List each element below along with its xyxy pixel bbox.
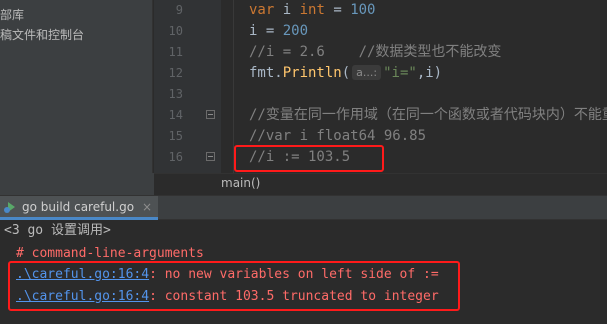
code-line-10: i = 200 (249, 23, 309, 39)
line-number: 14 (168, 108, 183, 122)
code-line-11: //i = 2.6 //数据类型也不能改变 (249, 44, 502, 60)
close-icon[interactable]: × (142, 200, 152, 214)
line-number: 9 (175, 3, 183, 17)
line-number: 11 (168, 45, 183, 59)
run-tab-label: go build careful.go (22, 199, 135, 214)
fold-marker-icon[interactable] (206, 110, 215, 119)
line-number: 15 (168, 129, 183, 143)
fold-marker-icon[interactable] (206, 152, 215, 161)
line-number: 13 (168, 87, 183, 101)
go-build-icon (4, 200, 18, 214)
parameter-hint: a...: (352, 65, 382, 80)
code-line-12: fmt.Println(a...: "i=",i) (249, 65, 443, 81)
project-panel-footer (0, 173, 154, 195)
breadcrumb[interactable]: main() (221, 176, 260, 190)
project-tree-item[interactable]: 部库 (0, 6, 24, 23)
code-line-9: var i int = 100 (249, 2, 376, 18)
line-number: 10 (168, 24, 183, 38)
console-command-line: <3 go 设置调用> (4, 223, 111, 238)
annotation-box-code (234, 145, 384, 172)
run-tab[interactable]: go build careful.go × (0, 196, 159, 220)
line-number: 16 (168, 150, 183, 164)
annotation-box-errors (8, 261, 460, 311)
project-panel: 部库 稿文件和控制台 (0, 0, 153, 173)
line-number: 12 (168, 66, 183, 80)
project-tree-item[interactable]: 稿文件和控制台 (0, 26, 84, 43)
code-line-14: //变量在同一作用域（在同一个函数或者代码块内）不能重名 (249, 107, 607, 123)
code-line-15: //var i float64 96.85 (249, 128, 427, 144)
